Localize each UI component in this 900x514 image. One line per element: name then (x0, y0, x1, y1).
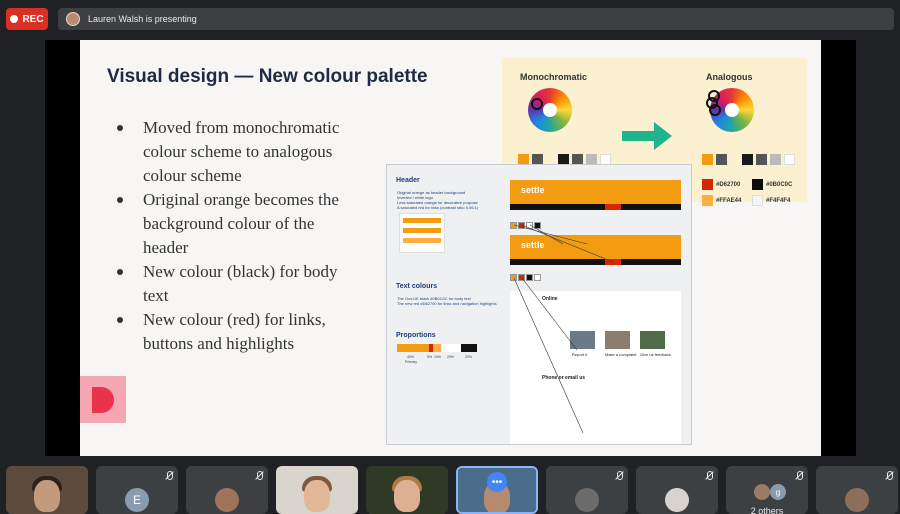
selection-ring-icon (531, 98, 543, 110)
participant-tile[interactable] (816, 466, 898, 514)
others-tile[interactable]: g 2 others (726, 466, 808, 514)
participant-avatar (575, 488, 599, 512)
participant-video (304, 480, 330, 512)
hex-swatch (702, 195, 713, 206)
shared-screen: Visual design — New colour palette Moved… (45, 40, 856, 456)
participant-tile[interactable] (636, 466, 718, 514)
participant-tile[interactable] (546, 466, 628, 514)
participant-video (394, 480, 420, 512)
hex-code-label: #0B0C0C (766, 182, 793, 188)
colour-swatch (784, 154, 795, 165)
hex-code-label: #D62700 (716, 182, 741, 188)
hex-swatch (752, 179, 763, 190)
hex-swatch (752, 195, 763, 206)
bullet-item: Moved from monochromatic colour scheme t… (114, 116, 359, 188)
participant-avatar (845, 488, 869, 512)
analogous-label: Analogous (706, 72, 753, 82)
participant-tile-active[interactable]: ••• (456, 466, 538, 514)
mic-off-icon (795, 471, 803, 481)
recording-indicator[interactable]: REC (6, 8, 48, 30)
presenter-avatar (66, 12, 80, 26)
colour-swatch (742, 154, 753, 165)
hex-code-label: #F4F4F4 (766, 198, 791, 204)
participant-avatar: E (125, 488, 149, 512)
arrow-right-icon (622, 131, 656, 141)
participant-avatar (215, 488, 239, 512)
bullet-item: Original orange becomes the background c… (114, 188, 359, 260)
annotation-lines (513, 224, 614, 434)
presenter-banner: Lauren Walsh is presenting (58, 8, 894, 30)
hex-swatch (702, 179, 713, 190)
participant-tile[interactable]: E (96, 466, 178, 514)
record-icon (10, 15, 19, 23)
colour-swatch (716, 154, 727, 165)
slide: Visual design — New colour palette Moved… (80, 40, 821, 456)
style-guide-document: Header Original orange as header backgro… (386, 164, 692, 445)
participant-tile[interactable] (6, 466, 88, 514)
mic-off-icon (165, 471, 173, 481)
participant-tile[interactable] (366, 466, 448, 514)
participant-avatar (754, 484, 770, 500)
brand-logo (80, 376, 126, 423)
recording-label: REC (22, 13, 44, 25)
colour-swatch (770, 154, 781, 165)
monochromatic-label: Monochromatic (520, 72, 588, 82)
colour-wheel-icon (528, 88, 572, 132)
participant-avatar: g (770, 484, 786, 500)
arrow-head-icon (654, 122, 672, 150)
hex-code-label: #FFAE44 (716, 198, 742, 204)
colour-swatch (702, 154, 713, 165)
mic-off-icon (705, 471, 713, 481)
bullet-list: Moved from monochromatic colour scheme t… (114, 116, 359, 356)
bullet-item: New colour (black) for body text (114, 260, 359, 308)
presenter-text: Lauren Walsh is presenting (88, 14, 197, 24)
mic-off-icon (615, 471, 623, 481)
selection-ring-icon (709, 104, 721, 116)
participant-tile[interactable] (276, 466, 358, 514)
others-count: 2 others (750, 506, 784, 514)
participant-tile[interactable] (186, 466, 268, 514)
colour-swatch (756, 154, 767, 165)
slide-title: Visual design — New colour palette (107, 66, 428, 87)
more-options-icon[interactable]: ••• (487, 472, 507, 492)
participant-avatar (665, 488, 689, 512)
mic-off-icon (885, 471, 893, 481)
mic-off-icon (255, 471, 263, 481)
bullet-item: New colour (red) for links, buttons and … (114, 308, 359, 356)
participant-video (34, 480, 60, 512)
